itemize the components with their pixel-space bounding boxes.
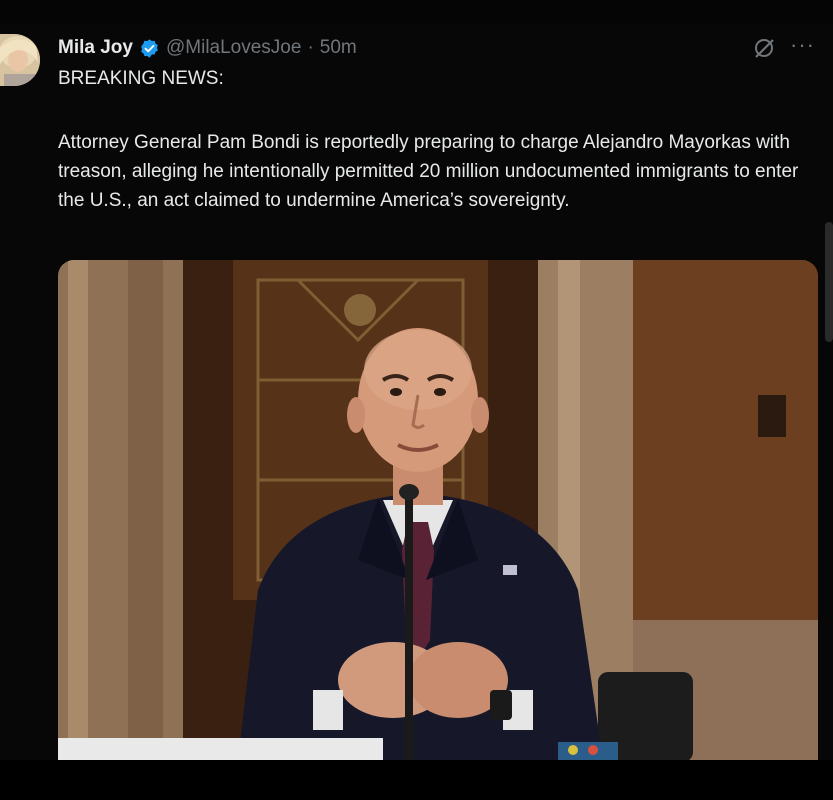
- grok-icon[interactable]: [752, 36, 776, 60]
- display-name[interactable]: Mila Joy: [58, 37, 133, 59]
- scrollbar[interactable]: [825, 222, 833, 342]
- timestamp[interactable]: 50m: [320, 37, 357, 59]
- verified-badge-icon: [139, 38, 160, 59]
- top-bar: [0, 0, 833, 24]
- tweet-photo[interactable]: [58, 260, 818, 760]
- tweet-header: Mila Joy @MilaLovesJoe · 50m: [58, 34, 357, 62]
- tweet-body: Attorney General Pam Bondi is reportedly…: [58, 132, 799, 211]
- tweet-headline: BREAKING NEWS:: [58, 68, 224, 89]
- more-options-icon[interactable]: ···: [790, 34, 816, 60]
- bottom-bar: [0, 760, 833, 800]
- user-handle[interactable]: @MilaLovesJoe: [166, 37, 301, 59]
- separator-dot: ·: [307, 37, 314, 58]
